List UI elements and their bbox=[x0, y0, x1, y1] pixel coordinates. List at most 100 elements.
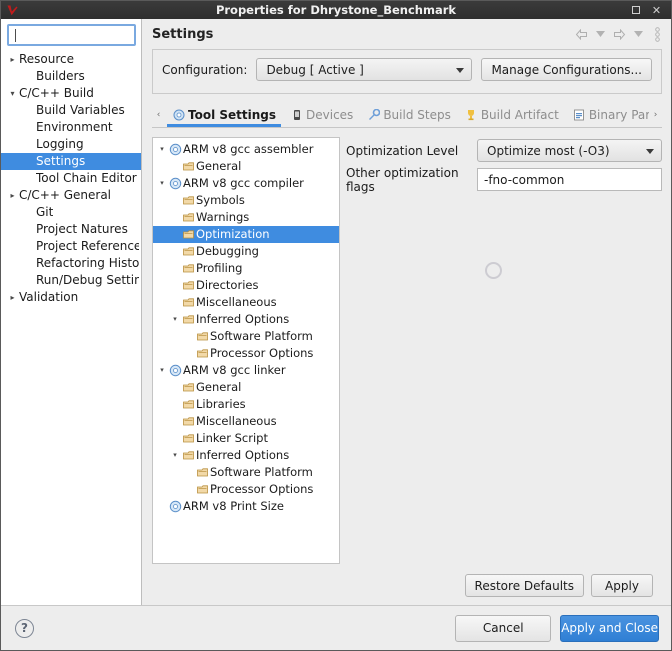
optimization-settings-form: Optimization Level Optimize most (-O3) O… bbox=[340, 137, 662, 564]
maximize-button[interactable] bbox=[630, 5, 641, 16]
tab-devices[interactable]: Devices bbox=[283, 103, 360, 127]
tool-tree-node-software-platform[interactable]: Software Platform bbox=[153, 464, 339, 481]
tool-tree-node-label: Inferred Options bbox=[196, 448, 290, 462]
tool-tree-node-libraries[interactable]: Libraries bbox=[153, 396, 339, 413]
sidebar-item-label: Project Natures bbox=[36, 222, 128, 236]
chevron-down-icon[interactable]: ▾ bbox=[156, 362, 168, 379]
tool-tree-node-arm-v8-gcc-compiler[interactable]: ▾ ARM v8 gcc compiler bbox=[153, 175, 339, 192]
chevron-right-icon[interactable]: ▸ bbox=[6, 191, 19, 200]
chevron-down-icon[interactable]: ▾ bbox=[156, 175, 168, 192]
tool-tree-node-miscellaneous[interactable]: Miscellaneous bbox=[153, 413, 339, 430]
sidebar-item-environment[interactable]: Environment bbox=[1, 119, 141, 136]
sidebar-item-resource[interactable]: ▸ Resource bbox=[1, 51, 141, 68]
forward-dropdown-icon[interactable] bbox=[631, 26, 645, 42]
tool-tree-node-processor-options[interactable]: Processor Options bbox=[153, 345, 339, 362]
tool-tree-node-label: Software Platform bbox=[210, 465, 313, 479]
tab-scroll-left-icon[interactable]: ‹ bbox=[152, 103, 165, 127]
sidebar-item-label: C/C++ General bbox=[19, 188, 112, 202]
tool-tree-node-general[interactable]: General bbox=[153, 158, 339, 175]
page-icon bbox=[181, 279, 196, 292]
other-flags-label: Other optimization flags bbox=[346, 165, 459, 194]
tool-icon bbox=[168, 364, 183, 377]
tool-tree-node-symbols[interactable]: Symbols bbox=[153, 192, 339, 209]
chevron-down-icon bbox=[646, 148, 654, 154]
page-icon bbox=[181, 381, 196, 394]
tool-tree-node-label: Directories bbox=[196, 278, 259, 292]
manage-configurations-button[interactable]: Manage Configurations... bbox=[481, 58, 652, 81]
chevron-right-icon[interactable]: ▸ bbox=[6, 293, 19, 302]
properties-page-tree[interactable]: ▸ Resource Builders ▾ C/C++ Build Build Varia… bbox=[1, 50, 141, 605]
sidebar-item-label: Logging bbox=[36, 137, 84, 151]
sidebar-item-c-c-general[interactable]: ▸ C/C++ General bbox=[1, 187, 141, 204]
tab-label: Binary Parsers bbox=[588, 107, 649, 122]
page-action-row: Restore Defaults Apply bbox=[152, 568, 662, 605]
chevron-down-icon[interactable]: ▾ bbox=[169, 447, 181, 464]
tool-tree-node-miscellaneous[interactable]: Miscellaneous bbox=[153, 294, 339, 311]
sidebar-item-c-c-build[interactable]: ▾ C/C++ Build bbox=[1, 85, 141, 102]
sidebar-item-label: Tool Chain Editor bbox=[36, 171, 137, 185]
dialog-body: ▸ Resource Builders ▾ C/C++ Build Build Varia… bbox=[1, 19, 671, 605]
forward-arrow-icon[interactable] bbox=[612, 26, 626, 42]
apply-and-close-button[interactable]: Apply and Close bbox=[560, 614, 659, 642]
optimization-level-select[interactable]: Optimize most (-O3) bbox=[477, 139, 662, 162]
configuration-select[interactable]: Debug [ Active ] bbox=[256, 58, 473, 81]
tool-tree-node-arm-v8-gcc-assembler[interactable]: ▾ ARM v8 gcc assembler bbox=[153, 141, 339, 158]
sidebar-item-git[interactable]: Git bbox=[1, 204, 141, 221]
sidebar-item-project-references[interactable]: Project References bbox=[1, 238, 141, 255]
page-icon bbox=[181, 432, 196, 445]
sidebar-item-project-natures[interactable]: Project Natures bbox=[1, 221, 141, 238]
tool-tree-node-general[interactable]: General bbox=[153, 379, 339, 396]
chevron-down-icon[interactable]: ▾ bbox=[6, 89, 19, 98]
window-title: Properties for Dhrystone_Benchmark bbox=[215, 3, 457, 17]
page-icon bbox=[181, 398, 196, 411]
back-arrow-icon[interactable] bbox=[574, 26, 588, 42]
restore-defaults-button[interactable]: Restore Defaults bbox=[464, 574, 584, 597]
sidebar-item-refactoring-history[interactable]: Refactoring History bbox=[1, 255, 141, 272]
tab-label: Devices bbox=[306, 107, 354, 122]
apply-button[interactable]: Apply bbox=[591, 574, 653, 597]
close-icon[interactable]: ✕ bbox=[651, 5, 662, 16]
chevron-down-icon[interactable]: ▾ bbox=[169, 311, 181, 328]
sidebar-item-validation[interactable]: ▸ Validation bbox=[1, 289, 141, 306]
other-flags-input[interactable]: -fno-common bbox=[477, 168, 662, 191]
tool-tree-node-arm-v8-print-size[interactable]: ARM v8 Print Size bbox=[153, 498, 339, 515]
sidebar-item-logging[interactable]: Logging bbox=[1, 136, 141, 153]
tab-build-artifact[interactable]: Build Artifact bbox=[458, 103, 566, 127]
tool-settings-icon bbox=[172, 108, 185, 121]
tool-tree-node-inferred-options[interactable]: ▾ Inferred Options bbox=[153, 447, 339, 464]
tool-tree-node-software-platform[interactable]: Software Platform bbox=[153, 328, 339, 345]
window-controls: ✕ bbox=[630, 5, 671, 16]
tab-binary-parsers[interactable]: Binary Parsers bbox=[566, 103, 649, 127]
tool-tree-node-debugging[interactable]: Debugging bbox=[153, 243, 339, 260]
tool-tree-node-linker-script[interactable]: Linker Script bbox=[153, 430, 339, 447]
tool-tree-node-warnings[interactable]: Warnings bbox=[153, 209, 339, 226]
chevron-right-icon[interactable]: ▸ bbox=[6, 55, 19, 64]
sidebar-item-run-debug-settings[interactable]: Run/Debug Settings bbox=[1, 272, 141, 289]
tool-tree-node-profiling[interactable]: Profiling bbox=[153, 260, 339, 277]
tool-tree-node-inferred-options[interactable]: ▾ Inferred Options bbox=[153, 311, 339, 328]
view-menu-icon[interactable] bbox=[650, 26, 664, 42]
sidebar-item-build-variables[interactable]: Build Variables bbox=[1, 102, 141, 119]
tab-tool-settings[interactable]: Tool Settings bbox=[165, 103, 283, 127]
sidebar-item-settings[interactable]: Settings bbox=[1, 153, 141, 170]
page-header-toolbar bbox=[574, 26, 664, 42]
sidebar-item-tool-chain-editor[interactable]: Tool Chain Editor bbox=[1, 170, 141, 187]
sidebar-item-label: Refactoring History bbox=[36, 256, 139, 270]
tool-tree-node-label: Software Platform bbox=[210, 329, 313, 343]
tool-tree-node-directories[interactable]: Directories bbox=[153, 277, 339, 294]
chevron-down-icon[interactable]: ▾ bbox=[156, 141, 168, 158]
sidebar-item-builders[interactable]: Builders bbox=[1, 68, 141, 85]
tab-scroll-right-icon[interactable]: › bbox=[649, 103, 662, 127]
tool-tree-node-label: Libraries bbox=[196, 397, 246, 411]
tool-tree-node-arm-v8-gcc-linker[interactable]: ▾ ARM v8 gcc linker bbox=[153, 362, 339, 379]
tool-settings-tree[interactable]: ▾ ARM v8 gcc assembler General ▾ ARM v8 gcc … bbox=[152, 137, 340, 564]
cancel-button[interactable]: Cancel bbox=[455, 614, 552, 642]
tool-tree-node-optimization[interactable]: Optimization bbox=[153, 226, 339, 243]
sidebar-item-label: Resource bbox=[19, 52, 75, 66]
filter-input[interactable] bbox=[7, 24, 136, 46]
tab-build-steps[interactable]: Build Steps bbox=[360, 103, 458, 127]
back-dropdown-icon[interactable] bbox=[593, 26, 607, 42]
sidebar-item-label: Environment bbox=[36, 120, 113, 134]
help-icon[interactable]: ? bbox=[15, 618, 34, 638]
tool-tree-node-processor-options[interactable]: Processor Options bbox=[153, 481, 339, 498]
